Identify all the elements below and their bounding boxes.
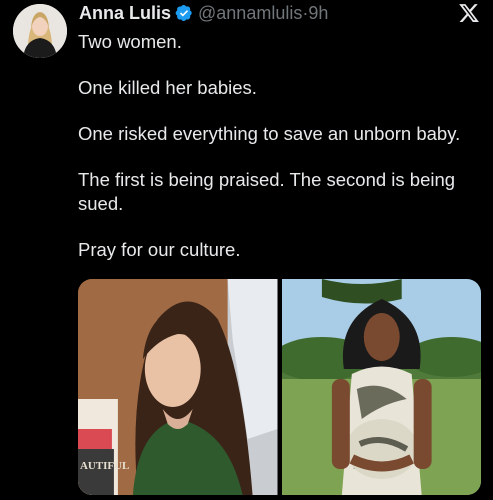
tweet-line: One risked everything to save an unborn … xyxy=(78,123,461,144)
tweet-text: Two women. One killed her babies. One ri… xyxy=(78,30,480,284)
tweet-line: Two women. xyxy=(78,31,182,52)
tweet-time[interactable]: 9h xyxy=(308,3,328,24)
verified-badge-icon xyxy=(175,4,192,22)
photo-pregnant-woman-field[interactable] xyxy=(281,279,481,495)
x-logo-icon[interactable] xyxy=(458,2,480,24)
author-avatar[interactable] xyxy=(13,4,67,58)
photo-woman-courtroom[interactable]: AUTIFUL xyxy=(78,279,278,495)
author-handle[interactable]: @annamlulis xyxy=(198,3,302,24)
author-name[interactable]: Anna Lulis xyxy=(79,3,171,24)
avatar-image xyxy=(13,4,67,58)
tweet-header: Anna Lulis @annamlulis · 9h xyxy=(79,0,328,26)
media-grid: AUTIFUL xyxy=(78,279,481,495)
tweet-line: The first is being praised. The second i… xyxy=(78,169,456,214)
tweet-line: Pray for our culture. xyxy=(78,239,241,260)
tweet-line: One killed her babies. xyxy=(78,77,257,98)
photo-sign-text: AUTIFUL xyxy=(80,460,129,472)
